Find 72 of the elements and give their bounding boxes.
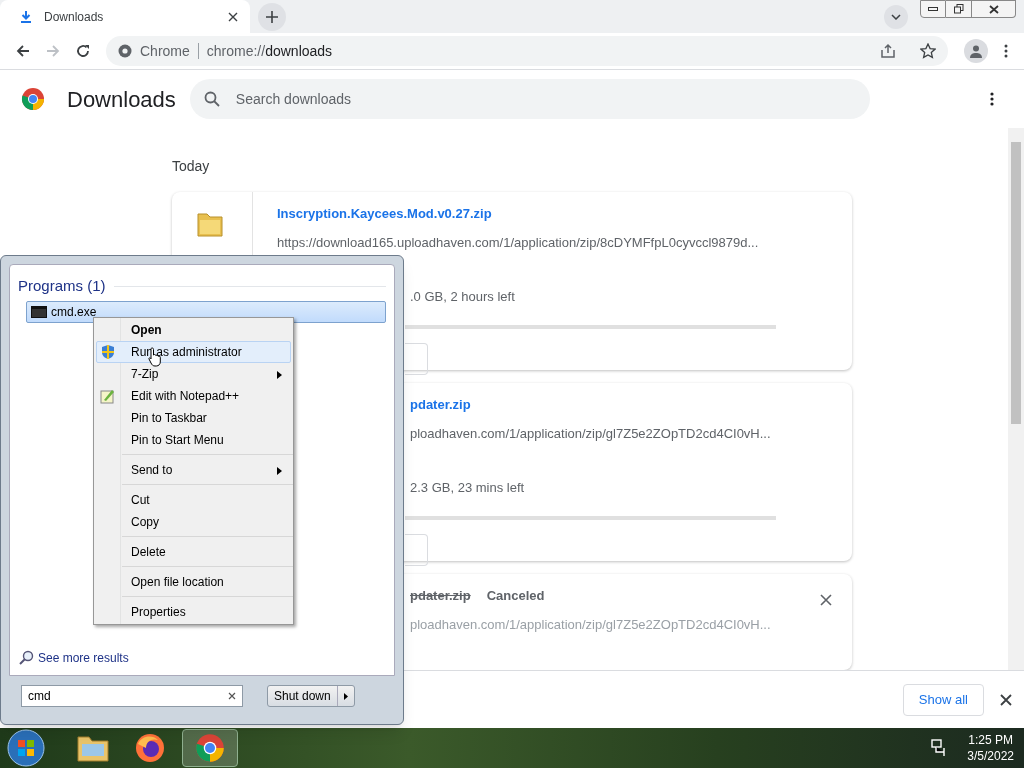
folder-icon[interactable]	[76, 733, 110, 763]
file-name-link[interactable]: Inscryption.Kaycees.Mod.v0.27.zip	[277, 204, 492, 224]
share-icon[interactable]	[880, 43, 896, 59]
search-icon	[18, 650, 34, 666]
source-url: ploadhaven.com/1/application/zip/gl7Z5e2ZOpTD2cd4CI0vH...	[410, 616, 771, 632]
menu-item[interactable]: Open file location	[96, 571, 291, 593]
clock[interactable]: 1:25 PM 3/5/2022	[967, 732, 1014, 764]
console-icon	[31, 305, 47, 318]
address-bar[interactable]: Chrome chrome://downloads	[106, 36, 948, 66]
more-menu-icon[interactable]	[990, 92, 994, 106]
star-icon[interactable]	[920, 43, 936, 59]
shield-icon	[100, 344, 116, 360]
shut-down-button[interactable]: Shut down	[267, 685, 355, 707]
clear-icon[interactable]	[228, 692, 236, 700]
close-button[interactable]	[972, 0, 1016, 18]
menu-item[interactable]: Properties	[96, 601, 291, 623]
scrollbar[interactable]	[1008, 128, 1024, 670]
restore-button[interactable]	[946, 0, 972, 18]
browser-tab[interactable]: Downloads	[0, 0, 250, 33]
plus-icon	[266, 10, 278, 23]
progress-status: .0 GB, 2 hours left	[410, 288, 515, 304]
show-all-button[interactable]: Show all	[902, 683, 984, 716]
search-result[interactable]: cmd.exe	[26, 300, 386, 323]
status-label: Canceled	[486, 587, 545, 605]
see-more-results-link[interactable]: See more results	[38, 649, 129, 667]
submenu-arrow-icon	[277, 467, 282, 475]
new-tab-button[interactable]	[258, 2, 286, 31]
progress-status: 2.3 GB, 23 mins left	[410, 479, 525, 495]
profile-avatar[interactable]	[964, 39, 988, 63]
url-text: chrome://downloads	[206, 41, 333, 61]
group-heading: Programs (1)	[18, 276, 106, 296]
page-title: Downloads	[67, 85, 176, 114]
menu-item[interactable]: 7-Zip	[96, 363, 291, 385]
search-input[interactable]: Search downloads	[235, 88, 856, 110]
menu-item[interactable]: Cut	[96, 489, 291, 511]
menu-item[interactable]: Send to	[96, 459, 291, 481]
file-name-link[interactable]: pdater.zip	[410, 586, 471, 606]
arrow-icon[interactable]	[343, 692, 348, 700]
search-input[interactable]: cmd	[28, 687, 228, 705]
search-field[interactable]: Search downloads	[189, 79, 870, 119]
submenu-arrow-icon	[277, 371, 282, 379]
chrome-logo-icon	[195, 733, 225, 763]
close-icon[interactable]	[820, 594, 832, 606]
chrome-logo-icon	[118, 44, 132, 58]
chrome-taskbar-button[interactable]	[182, 729, 238, 767]
source-url: ploadhaven.com/1/application/zip/gl7Z5e2ZOpTD2cd4CI0vH...	[410, 425, 771, 441]
menu-item[interactable]: Delete	[96, 541, 291, 563]
search-icon	[203, 91, 220, 107]
section-heading: Today	[172, 157, 211, 176]
minimize-button[interactable]	[920, 0, 946, 18]
close-icon[interactable]	[228, 11, 238, 22]
restore-icon	[953, 4, 964, 14]
close-icon	[988, 4, 999, 14]
file-name-link[interactable]: pdater.zip	[410, 395, 471, 415]
more-menu-icon[interactable]	[1004, 44, 1008, 58]
download-icon	[20, 10, 32, 23]
reload-icon[interactable]	[76, 44, 90, 58]
close-icon[interactable]	[1000, 693, 1012, 706]
start-orb-icon[interactable]	[6, 728, 46, 768]
menu-item[interactable]: Copy	[96, 511, 291, 533]
menu-item[interactable]: Edit with Notepad++	[96, 385, 291, 407]
tab-search-button[interactable]	[884, 4, 908, 29]
menu-item[interactable]: Pin to Taskbar	[96, 407, 291, 429]
chevron-down-icon	[891, 13, 901, 20]
site-label: Chrome	[140, 41, 190, 61]
search-field[interactable]: cmd	[21, 685, 243, 707]
notepad-icon	[100, 388, 116, 404]
menu-item[interactable]: Pin to Start Menu	[96, 429, 291, 451]
back-arrow-icon[interactable]	[16, 44, 30, 58]
source-url: https://download165.uploadhaven.com/1/application/zip/8cDYMFfpL0cyvccl9879d...	[277, 234, 759, 250]
firefox-icon[interactable]	[134, 732, 166, 764]
chrome-logo-icon	[21, 87, 45, 111]
